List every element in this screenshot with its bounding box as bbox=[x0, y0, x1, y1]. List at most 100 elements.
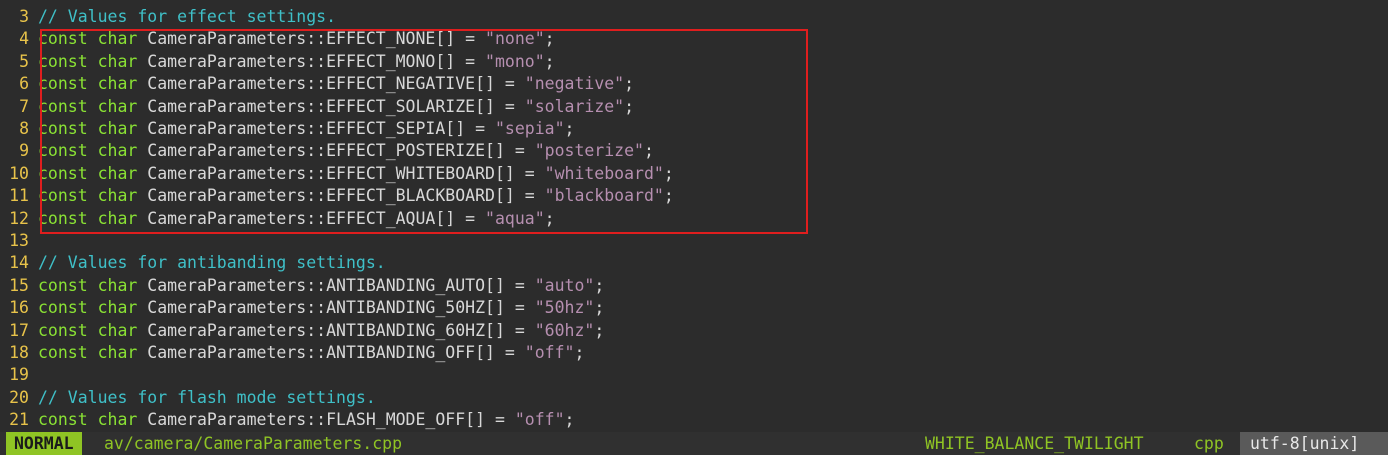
code-string: "whiteboard" bbox=[544, 163, 664, 183]
code-line[interactable]: 3 // Values for effect settings. bbox=[0, 6, 336, 28]
code-line[interactable]: 16 const char CameraParameters::ANTIBANDI… bbox=[0, 297, 604, 319]
line-number: 12 bbox=[9, 208, 29, 228]
code-semicolon: ; bbox=[594, 298, 605, 318]
code-keyword: const char bbox=[38, 74, 138, 94]
code-line[interactable]: 7 const char CameraParameters::EFFECT_SOL… bbox=[0, 96, 634, 118]
code-identifier: CameraParameters::EFFECT_NEGATIVE[] = bbox=[147, 74, 525, 94]
code-string: "off" bbox=[514, 410, 565, 430]
code-keyword: const char bbox=[38, 29, 138, 49]
line-code: const char CameraParameters::EFFECT_NEGA… bbox=[38, 74, 634, 93]
line-number: 3 bbox=[19, 7, 29, 26]
code-line[interactable]: 21 const char CameraParameters::FLASH_MOD… bbox=[0, 409, 574, 431]
line-number: 5 bbox=[19, 51, 29, 71]
line-number: 11 bbox=[9, 186, 29, 206]
line-number: 16 bbox=[9, 298, 29, 318]
code-identifier: CameraParameters::ANTIBANDING_AUTO[] = bbox=[147, 275, 535, 295]
code-line[interactable]: 8 const char CameraParameters::EFFECT_SEP… bbox=[0, 118, 574, 140]
code-editor[interactable]: 3 // Values for effect settings. 4 const ch… bbox=[0, 0, 1388, 432]
line-number: 14 bbox=[9, 253, 29, 273]
code-string: "blackboard" bbox=[544, 186, 664, 206]
code-semicolon: ; bbox=[544, 208, 555, 228]
code-semicolon: ; bbox=[663, 186, 674, 206]
line-code: const char CameraParameters::ANTIBANDING… bbox=[38, 298, 604, 317]
code-identifier: CameraParameters::EFFECT_NONE[] = bbox=[147, 29, 486, 49]
code-identifier: CameraParameters::EFFECT_SEPIA[] = bbox=[147, 119, 495, 138]
line-code: const char CameraParameters::EFFECT_MONO… bbox=[38, 52, 555, 71]
code-semicolon: ; bbox=[544, 29, 555, 49]
file-encoding: utf-8[unix] bbox=[1240, 432, 1388, 455]
line-code: const char CameraParameters::ANTIBANDING… bbox=[38, 321, 604, 340]
code-line[interactable]: 19 bbox=[0, 364, 38, 386]
code-comment: // Values for effect settings. bbox=[38, 7, 337, 26]
line-code: const char CameraParameters::FLASH_MODE_… bbox=[38, 410, 574, 429]
code-keyword: const char bbox=[38, 298, 138, 318]
code-line[interactable]: 18 const char CameraParameters::ANTIBANDI… bbox=[0, 342, 584, 364]
code-line[interactable]: 11 const char CameraParameters::EFFECT_BL… bbox=[0, 185, 674, 207]
line-number: 6 bbox=[19, 74, 29, 94]
code-string: "50hz" bbox=[534, 298, 595, 318]
code-line[interactable]: 5 const char CameraParameters::EFFECT_MON… bbox=[0, 51, 555, 73]
line-number: 8 bbox=[19, 119, 29, 138]
code-string: "none" bbox=[485, 29, 545, 49]
code-identifier: CameraParameters::EFFECT_POSTERIZE[] = bbox=[147, 141, 535, 161]
line-number: 20 bbox=[9, 387, 29, 407]
code-string: "off" bbox=[524, 343, 575, 362]
code-line[interactable]: 17 const char CameraParameters::ANTIBANDI… bbox=[0, 320, 604, 342]
code-keyword: const char bbox=[38, 119, 138, 138]
code-comment: // Values for flash mode settings. bbox=[38, 387, 376, 407]
line-number: 17 bbox=[9, 320, 29, 340]
code-keyword: const char bbox=[38, 208, 138, 228]
code-semicolon: ; bbox=[544, 51, 555, 71]
code-line[interactable]: 12 const char CameraParameters::EFFECT_AQ… bbox=[0, 208, 555, 230]
code-identifier: CameraParameters::ANTIBANDING_60HZ[] = bbox=[147, 320, 535, 340]
code-identifier: CameraParameters::EFFECT_BLACKBOARD[] = bbox=[147, 186, 545, 206]
line-number: 13 bbox=[9, 231, 29, 250]
line-code: const char CameraParameters::EFFECT_SEPI… bbox=[38, 119, 574, 138]
file-path: av/camera/CameraParameters.cpp bbox=[104, 434, 403, 453]
code-keyword: const char bbox=[38, 163, 138, 183]
line-code: const char CameraParameters::EFFECT_POST… bbox=[38, 141, 654, 160]
line-code: const char CameraParameters::ANTIBANDING… bbox=[38, 276, 604, 295]
line-number: 19 bbox=[9, 365, 29, 385]
code-line[interactable]: 20 // Values for flash mode settings. bbox=[0, 387, 376, 409]
line-code: const char CameraParameters::EFFECT_NONE… bbox=[38, 29, 555, 48]
code-string: "aqua" bbox=[485, 208, 545, 228]
code-identifier: CameraParameters::EFFECT_SOLARIZE[] = bbox=[147, 96, 525, 116]
code-keyword: const char bbox=[38, 186, 138, 206]
code-line[interactable]: 6 const char CameraParameters::EFFECT_NEG… bbox=[0, 73, 634, 95]
code-string: "mono" bbox=[485, 51, 545, 71]
code-identifier: CameraParameters::ANTIBANDING_50HZ[] = bbox=[147, 298, 535, 318]
code-line[interactable]: 14 // Values for antibanding settings. bbox=[0, 252, 386, 274]
status-bar: NORMAL av/camera/CameraParameters.cpp WH… bbox=[0, 432, 1388, 455]
line-code: // Values for antibanding settings. bbox=[38, 253, 386, 272]
code-semicolon: ; bbox=[564, 119, 575, 138]
code-semicolon: ; bbox=[624, 96, 635, 116]
code-line[interactable]: 9 const char CameraParameters::EFFECT_POS… bbox=[0, 140, 654, 162]
code-semicolon: ; bbox=[594, 320, 605, 340]
code-semicolon: ; bbox=[564, 410, 575, 430]
code-line[interactable]: 4 const char CameraParameters::EFFECT_NON… bbox=[0, 28, 555, 50]
line-code: const char CameraParameters::EFFECT_BLAC… bbox=[38, 186, 674, 205]
code-identifier: CameraParameters::ANTIBANDING_OFF[] = bbox=[147, 343, 525, 362]
code-string: "solarize" bbox=[524, 96, 625, 116]
code-line[interactable]: 15 const char CameraParameters::ANTIBANDI… bbox=[0, 275, 604, 297]
code-keyword: const char bbox=[38, 141, 138, 161]
code-keyword: const char bbox=[38, 410, 138, 430]
code-keyword: const char bbox=[38, 51, 138, 71]
line-number: 7 bbox=[19, 96, 29, 116]
code-semicolon: ; bbox=[574, 343, 585, 362]
code-semicolon: ; bbox=[594, 275, 605, 295]
code-keyword: const char bbox=[38, 275, 138, 295]
line-number: 18 bbox=[9, 343, 29, 362]
mode-indicator: NORMAL bbox=[6, 432, 82, 455]
code-keyword: const char bbox=[38, 96, 138, 116]
code-line[interactable]: 13 bbox=[0, 230, 38, 252]
code-semicolon: ; bbox=[624, 74, 635, 94]
code-semicolon: ; bbox=[663, 163, 674, 183]
code-line[interactable]: 10 const char CameraParameters::EFFECT_WH… bbox=[0, 163, 674, 185]
line-number: 21 bbox=[9, 410, 29, 430]
line-code: const char CameraParameters::ANTIBANDING… bbox=[38, 343, 584, 362]
code-string: "auto" bbox=[534, 275, 595, 295]
line-code: const char CameraParameters::EFFECT_SOLA… bbox=[38, 97, 634, 116]
code-string: "posterize" bbox=[534, 141, 644, 161]
